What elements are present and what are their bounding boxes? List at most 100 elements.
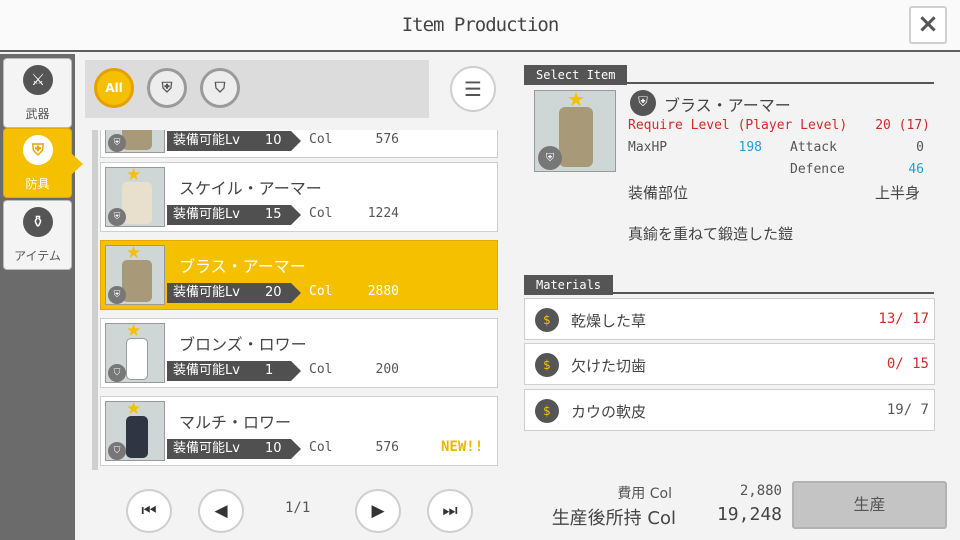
star-icon: ★ bbox=[126, 165, 142, 185]
armor-figure-icon bbox=[559, 107, 593, 167]
close-icon: × bbox=[917, 9, 939, 39]
require-level-label: Require Level (Player Level) bbox=[628, 118, 848, 133]
item-thumbnail: ★ ⛉ bbox=[105, 322, 165, 383]
category-label: アイテム bbox=[14, 249, 61, 263]
bottle-icon: ⚱ bbox=[23, 207, 53, 237]
item-name: スケイル・アーマー bbox=[179, 179, 322, 198]
category-tab-armor[interactable]: ⛨ 防具 bbox=[3, 128, 83, 198]
material-bag-icon: $ bbox=[535, 399, 559, 423]
prev-page-button[interactable]: ◀ bbox=[198, 489, 244, 533]
material-row[interactable]: $ カウの軟皮 19/ 7 bbox=[524, 389, 935, 431]
col-after-production-label: 生産後所持 Col bbox=[551, 508, 676, 529]
page-indicator: 1/1 bbox=[285, 500, 311, 516]
level-bar: 装備可能Lv 1 bbox=[167, 361, 301, 381]
item-name: ブロンズ・ロワー bbox=[179, 335, 307, 354]
produce-button[interactable]: 生産 bbox=[792, 481, 947, 529]
col-label: Col bbox=[309, 132, 333, 147]
fee-value: 2,880 bbox=[739, 483, 782, 499]
first-page-button[interactable]: ⏮ bbox=[126, 489, 172, 533]
equip-part-label: 装備部位 bbox=[628, 184, 689, 202]
category-tab-item[interactable]: ⚱ アイテム bbox=[3, 200, 72, 270]
pants-figure-icon bbox=[126, 416, 148, 458]
col-value: 576 bbox=[375, 132, 399, 147]
last-page-button[interactable]: ⏭ bbox=[427, 489, 473, 533]
sort-button[interactable]: ☰ bbox=[450, 66, 496, 112]
material-quantity: 19/ 7 bbox=[886, 402, 929, 418]
header-bar: Item Production × bbox=[0, 0, 960, 52]
defence-label: Defence bbox=[790, 162, 845, 177]
material-quantity: 13/ 17 bbox=[878, 311, 929, 327]
select-item-header: Select Item bbox=[524, 64, 934, 85]
star-icon: ★ bbox=[126, 243, 142, 263]
col-value: 1224 bbox=[367, 206, 399, 221]
item-thumbnail: ★ ⛉ bbox=[105, 400, 165, 461]
list-item-selected[interactable]: ★ ⛨ ブラス・アーマー 装備可能Lv 20 Col 2880 bbox=[100, 240, 498, 310]
filter-upper-armor-button[interactable]: ⛨ bbox=[147, 68, 187, 108]
col-label: Col bbox=[309, 284, 333, 299]
list-item[interactable]: ⛨ 装備可能Lv 10 Col 576 bbox=[100, 130, 498, 158]
slot-badge-icon: ⛨ bbox=[108, 208, 126, 226]
item-name: マルチ・ロワー bbox=[179, 413, 292, 432]
filter-lower-armor-button[interactable]: ⛉ bbox=[200, 68, 240, 108]
slot-badge-icon: ⛉ bbox=[108, 364, 126, 382]
item-thumbnail: ★ ⛨ bbox=[105, 165, 165, 227]
close-button[interactable]: × bbox=[909, 6, 947, 44]
item-thumbnail: ★ ⛨ bbox=[105, 243, 165, 305]
armor-upper-filter-icon: ⛨ bbox=[161, 80, 173, 96]
armor-lower-filter-icon: ⛉ bbox=[214, 80, 226, 96]
defence-value: 46 bbox=[908, 162, 924, 177]
category-tab-weapon[interactable]: ⚔ 武器 bbox=[3, 58, 72, 128]
armor-figure-icon bbox=[122, 260, 152, 302]
armor-figure-icon bbox=[122, 182, 152, 224]
material-quantity: 0/ 15 bbox=[886, 356, 929, 372]
slot-badge-icon: ⛉ bbox=[108, 442, 126, 460]
list-item[interactable]: ★ ⛉ マルチ・ロワー 装備可能Lv 10 Col 576 NEW!! bbox=[100, 396, 498, 466]
col-label: Col bbox=[309, 440, 333, 455]
level-bar: 装備可能Lv 20 bbox=[167, 283, 301, 303]
star-icon: ★ bbox=[567, 87, 585, 111]
slot-badge-icon: ⛨ bbox=[538, 146, 562, 170]
col-label: Col bbox=[309, 206, 333, 221]
material-name: 欠けた切歯 bbox=[571, 357, 647, 375]
list-item[interactable]: ★ ⛨ スケイル・アーマー 装備可能Lv 15 Col 1224 bbox=[100, 162, 498, 232]
materials-header: Materials bbox=[524, 274, 934, 295]
item-name: ブラス・アーマー bbox=[179, 257, 306, 276]
selected-item-name: ブラス・アーマー bbox=[664, 96, 791, 115]
filter-all-button[interactable]: All bbox=[94, 68, 134, 108]
equip-part-value: 上半身 bbox=[874, 184, 920, 202]
armor-figure-icon bbox=[122, 130, 152, 150]
material-bag-icon: $ bbox=[535, 308, 559, 332]
attack-label: Attack bbox=[790, 140, 837, 155]
filter-bar: All ⛨ ⛉ bbox=[85, 60, 429, 118]
item-description: 真鍮を重ねて鍛造した鎧 bbox=[628, 225, 794, 243]
category-sidebar: ⚔ 武器 ⛨ 防具 ⚱ アイテム bbox=[0, 54, 83, 540]
maxhp-value: 198 bbox=[738, 140, 762, 155]
item-production-screen: Item Production × ⚔ 武器 ⛨ 防具 ⚱ アイテム All ⛨… bbox=[0, 0, 960, 540]
material-name: 乾燥した草 bbox=[571, 312, 647, 330]
item-thumbnail: ⛨ bbox=[105, 130, 165, 153]
item-list[interactable]: ⛨ 装備可能Lv 10 Col 576 ★ ⛨ スケイル・アーマー 装備可能Lv 15… bbox=[92, 130, 502, 470]
slot-badge-icon: ⛨ bbox=[108, 134, 126, 152]
material-row[interactable]: $ 乾燥した草 13/ 17 bbox=[524, 298, 935, 340]
armor-type-icon: ⛨ bbox=[630, 90, 656, 116]
material-row[interactable]: $ 欠けた切歯 0/ 15 bbox=[524, 343, 935, 385]
fee-label: 費用 Col bbox=[617, 486, 672, 502]
material-bag-icon: $ bbox=[535, 353, 559, 377]
slot-badge-icon: ⛨ bbox=[108, 286, 126, 304]
list-item[interactable]: ★ ⛉ ブロンズ・ロワー 装備可能Lv 1 Col 200 bbox=[100, 318, 498, 388]
col-value: 200 bbox=[375, 362, 399, 377]
col-value: 576 bbox=[375, 440, 399, 455]
window-title: Item Production bbox=[401, 14, 560, 36]
sort-icon: ☰ bbox=[464, 77, 482, 101]
col-value: 2880 bbox=[367, 284, 399, 299]
maxhp-label: MaxHP bbox=[628, 140, 668, 155]
sword-icon: ⚔ bbox=[23, 65, 53, 95]
first-page-icon: ⏮ bbox=[141, 501, 157, 521]
list-scrollbar[interactable] bbox=[92, 130, 98, 470]
require-level-value: 20 (17) bbox=[875, 118, 930, 133]
armor-icon: ⛨ bbox=[23, 135, 53, 165]
col-label: Col bbox=[309, 362, 333, 377]
last-page-icon: ⏭ bbox=[442, 501, 458, 521]
new-badge: NEW!! bbox=[441, 439, 484, 455]
next-page-button[interactable]: ▶ bbox=[355, 489, 401, 533]
